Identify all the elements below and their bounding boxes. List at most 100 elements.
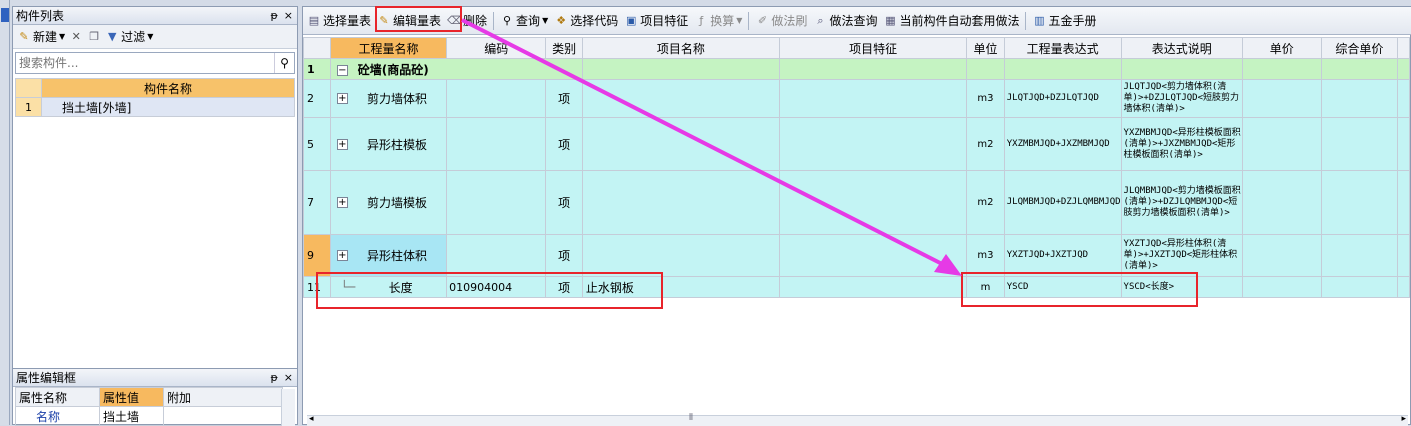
row-number: 5 [303, 117, 331, 171]
scroll-right-icon[interactable]: ▸ [1401, 414, 1406, 424]
collapse-icon[interactable]: − [336, 64, 348, 76]
toolbar-separator [748, 11, 750, 30]
code-cell[interactable] [446, 234, 547, 277]
component-search-input[interactable] [16, 54, 274, 72]
query-button[interactable]: ⚲ 查询 ▼ [500, 12, 548, 29]
convert-button[interactable]: ƒ 换算 ▼ [694, 12, 742, 29]
hardware-manual-button[interactable]: ▥ 五金手册 [1032, 12, 1096, 29]
copy-icon[interactable]: ❐ [87, 30, 101, 44]
scroll-grip-icon[interactable]: ⦀ [689, 413, 693, 423]
category-cell[interactable]: 项 [545, 117, 583, 171]
code-cell[interactable] [446, 170, 547, 235]
project-name-cell[interactable] [581, 79, 780, 118]
expand-icon[interactable]: + [336, 197, 348, 208]
chevron-down-icon: ▼ [147, 32, 154, 41]
auto-apply-method-button[interactable]: ▦ 当前构件自动套用做法 [883, 12, 1019, 29]
quantity-row[interactable]: 9 + 异形柱体积 项 m3 YXZTJQD+JXZTJQD YXZTJQD<异形… [303, 234, 1410, 277]
component-list-toolbar: ✎ 新建 ▼ ✕ ❐ ▼ 过滤 ▼ [13, 25, 297, 49]
property-extra-cell[interactable] [163, 406, 283, 426]
quantity-name-header[interactable]: 工程量名称 [329, 37, 448, 59]
pin-icon[interactable]: ᵽ [270, 371, 277, 384]
expand-icon[interactable]: + [336, 138, 348, 150]
category-cell[interactable]: 项 [545, 234, 583, 277]
expression-header[interactable]: 工程量表达式 [1003, 37, 1122, 59]
project-feature-cell[interactable] [778, 170, 968, 235]
unit-cell[interactable]: m2 [966, 170, 1005, 235]
category-cell[interactable]: 项 [545, 170, 583, 235]
unit-price-cell[interactable] [1241, 170, 1322, 235]
expand-icon[interactable]: + [336, 93, 348, 104]
unit-price-cell[interactable] [1241, 79, 1322, 118]
select-table-button[interactable]: ▤ 选择量表 [307, 12, 371, 29]
unit-header[interactable]: 单位 [966, 37, 1005, 59]
composite-price-cell[interactable] [1320, 117, 1399, 171]
unit-price-cell[interactable] [1241, 234, 1322, 277]
composite-price-cell[interactable] [1320, 276, 1399, 298]
select-code-button[interactable]: ❖ 选择代码 [554, 12, 618, 29]
composite-price-header[interactable]: 综合单价 [1320, 37, 1399, 59]
quantity-name-cell[interactable]: − 砼墙(商品砼) [329, 58, 583, 80]
expression-cell[interactable]: YXZMBMJQD+JXZMBMJQD [1003, 117, 1122, 171]
expression-cell[interactable]: YXZTJQD+JXZTJQD [1003, 234, 1122, 277]
project-feature-cell[interactable] [778, 117, 968, 171]
quantity-name-cell[interactable]: + 剪力墙模板 [329, 170, 448, 235]
code-cell[interactable] [446, 79, 547, 118]
project-feature-cell[interactable] [778, 79, 968, 118]
composite-price-cell[interactable] [1320, 234, 1399, 277]
project-name-cell[interactable] [581, 117, 780, 171]
project-name-cell[interactable] [581, 234, 780, 277]
component-name-header[interactable]: 构件名称 [41, 78, 295, 98]
unit-price-cell[interactable] [1241, 117, 1322, 171]
component-name-cell[interactable]: 挡土墙[外墙] [41, 97, 295, 117]
delete-icon[interactable]: ✕ [69, 30, 83, 44]
unit-cell[interactable]: m3 [966, 234, 1005, 277]
code-cell[interactable] [446, 117, 547, 171]
expression-cell[interactable]: JLQMBMJQD+DZJLQMBMJQD [1003, 170, 1122, 235]
item-feature-button[interactable]: ▣ 项目特征 [624, 12, 688, 29]
dock-tab-marker[interactable] [1, 8, 9, 22]
expression-cell[interactable]: JLQTJQD+DZJLQTJQD [1003, 79, 1122, 118]
quantity-row[interactable]: 7 + 剪力墙模板 项 m2 JLQMBMJQD+DZJLQMBMJQD JLQM… [303, 170, 1410, 235]
expression-desc-header[interactable]: 表达式说明 [1120, 37, 1243, 59]
property-row[interactable]: 名称 挡土墙 [15, 406, 283, 426]
quantity-name-cell[interactable]: + 异形柱体积 [329, 234, 448, 277]
method-brush-button[interactable]: ✐ 做法刷 [755, 12, 808, 29]
filter-button[interactable]: ▼ 过滤 ▼ [105, 28, 153, 45]
left-dock-strip [0, 0, 10, 425]
unit-cell[interactable]: m3 [966, 79, 1005, 118]
project-feature-cell[interactable] [778, 234, 968, 277]
expand-icon[interactable]: + [336, 250, 348, 261]
select-table-icon: ▤ [308, 13, 320, 27]
quantity-row[interactable]: 5 + 异形柱模板 项 m2 YXZMBMJQD+JXZMBMJQD YXZMBM… [303, 117, 1410, 171]
new-button[interactable]: ✎ 新建 ▼ [17, 28, 65, 45]
project-feature-cell[interactable] [778, 276, 968, 298]
project-name-header[interactable]: 项目名称 [581, 37, 780, 59]
close-icon[interactable]: × [284, 371, 293, 384]
project-name-cell[interactable] [581, 170, 780, 235]
category-cell[interactable]: 项 [545, 79, 583, 118]
search-icon[interactable]: ⚲ [274, 53, 294, 73]
property-value-cell[interactable]: 挡土墙 [99, 406, 164, 426]
quantity-name-cell[interactable]: + 异形柱模板 [329, 117, 448, 171]
project-feature-header[interactable]: 项目特征 [778, 37, 968, 59]
close-icon[interactable]: × [284, 9, 293, 22]
composite-price-cell[interactable] [1320, 170, 1399, 235]
code-header[interactable]: 编码 [446, 37, 547, 59]
horizontal-scrollbar[interactable]: ◂ ⦀ ▸ [307, 413, 1408, 426]
method-query-button[interactable]: ⌕ 做法查询 [813, 12, 877, 29]
component-list-title-bar: 构件列表 ᵽ × [13, 7, 297, 25]
unit-cell[interactable]: m2 [966, 117, 1005, 171]
unit-price-header[interactable]: 单价 [1241, 37, 1322, 59]
unit-price-cell[interactable] [1241, 276, 1322, 298]
pin-icon[interactable]: ᵽ [270, 9, 277, 22]
expression-desc-cell: JLQMBMJQD<剪力墙模板面积(清单)>+DZJLQMBMJQD<短肢剪力墙… [1120, 170, 1243, 235]
brush-icon: ✐ [757, 13, 768, 27]
composite-price-cell[interactable] [1320, 79, 1399, 118]
scroll-left-icon[interactable]: ◂ [309, 414, 314, 424]
group-row[interactable]: 1 − 砼墙(商品砼) [303, 58, 1410, 80]
quantity-row[interactable]: 2 + 剪力墙体积 项 m3 JLQTJQD+DZJLQTJQD JLQTJQD<… [303, 79, 1410, 118]
quantity-name-cell[interactable]: + 剪力墙体积 [329, 79, 448, 118]
component-row[interactable]: 1 挡土墙[外墙] [15, 97, 295, 117]
category-header[interactable]: 类别 [545, 37, 583, 59]
property-scrollbar[interactable] [281, 389, 295, 426]
